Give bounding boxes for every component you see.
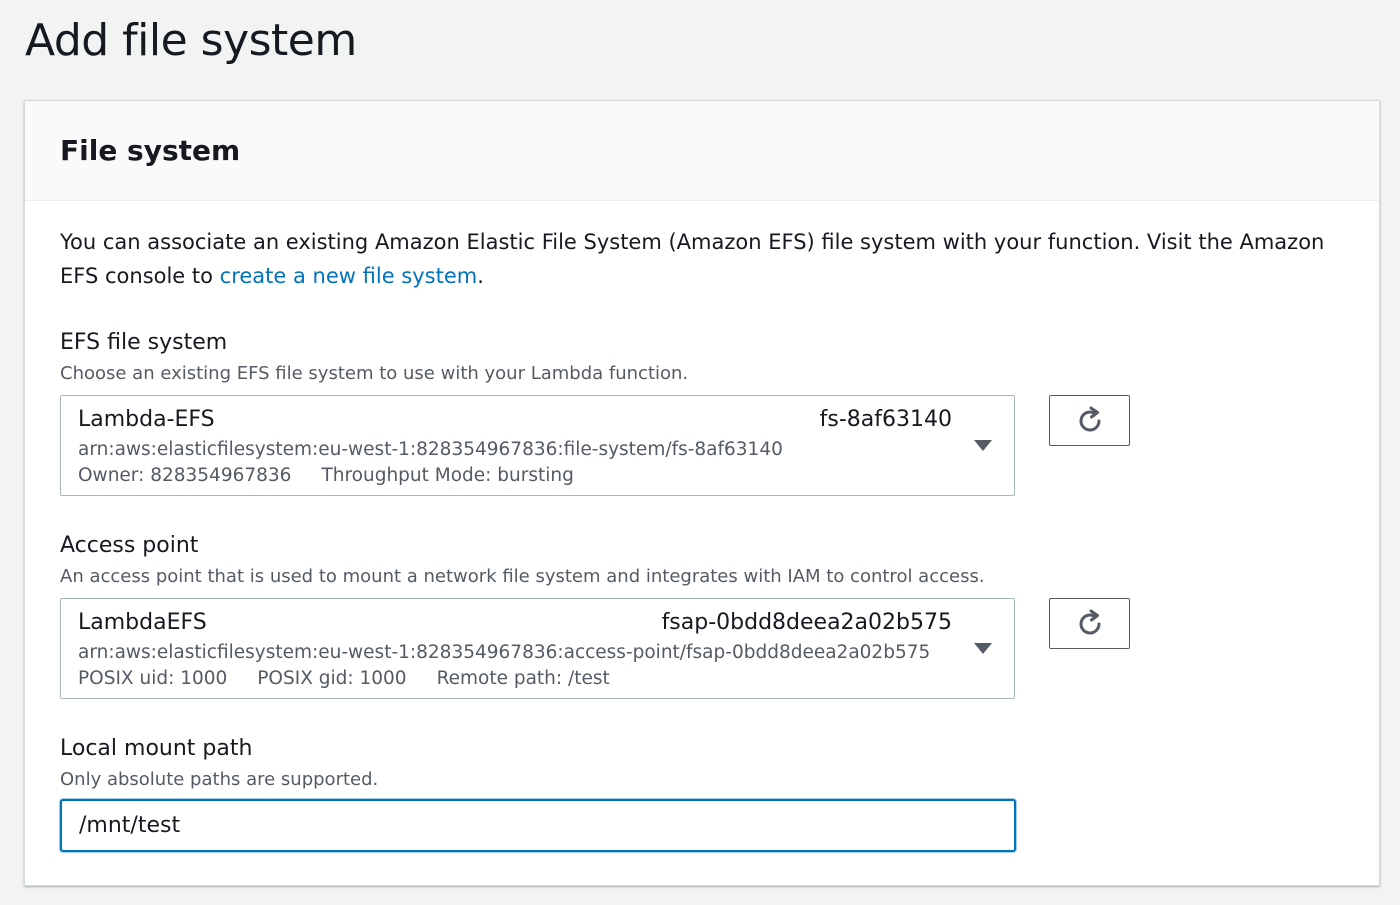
access-point-selected-name: LambdaEFS xyxy=(78,610,207,635)
access-point-selected-meta: POSIX uid: 1000 POSIX gid: 1000 Remote pat… xyxy=(78,667,640,691)
caret-down-icon xyxy=(974,440,992,451)
refresh-icon xyxy=(1079,609,1100,634)
efs-file-system-select[interactable]: Lambda-EFS fs-8af63140 arn:aws:elasticfi… xyxy=(60,395,1015,496)
efs-file-system-label: EFS file system xyxy=(60,330,228,355)
efs-selected-name: Lambda-EFS xyxy=(78,407,215,432)
posix-gid: POSIX gid: 1000 xyxy=(257,668,407,689)
page-title: Add file system xyxy=(25,15,357,66)
efs-file-system-description: Choose an existing EFS file system to us… xyxy=(60,363,689,384)
file-system-panel: File system You can associate an existin… xyxy=(24,100,1380,886)
access-point-select[interactable]: LambdaEFS fsap-0bdd8deea2a02b575 arn:aws… xyxy=(60,598,1015,699)
panel-header: File system xyxy=(25,101,1379,201)
access-point-selected-id: fsap-0bdd8deea2a02b575 xyxy=(661,610,952,635)
posix-uid: POSIX uid: 1000 xyxy=(78,668,228,689)
create-file-system-link[interactable]: create a new file system xyxy=(220,264,478,288)
local-mount-path-description: Only absolute paths are supported. xyxy=(60,769,379,790)
caret-down-icon xyxy=(974,643,992,654)
efs-selected-meta: Owner: 828354967836 Throughput Mode: burs… xyxy=(78,464,604,488)
access-point-description: An access point that is used to mount a … xyxy=(60,566,985,587)
refresh-icon xyxy=(1079,406,1100,431)
local-mount-path-input[interactable] xyxy=(60,799,1016,852)
access-point-selected-arn: arn:aws:elasticfilesystem:eu-west-1:8283… xyxy=(78,642,931,663)
efs-refresh-button[interactable] xyxy=(1049,395,1130,446)
panel-title: File system xyxy=(60,134,241,167)
intro-text: You can associate an existing Amazon Ela… xyxy=(60,225,1360,293)
remote-path: Remote path: /test xyxy=(436,668,610,689)
efs-selected-id: fs-8af63140 xyxy=(819,407,952,432)
access-point-label: Access point xyxy=(60,533,199,558)
intro-text-end: . xyxy=(477,264,484,288)
access-point-refresh-button[interactable] xyxy=(1049,598,1130,649)
efs-selected-arn: arn:aws:elasticfilesystem:eu-west-1:8283… xyxy=(78,439,783,460)
efs-throughput: Throughput Mode: bursting xyxy=(321,465,574,486)
efs-owner: Owner: 828354967836 xyxy=(78,465,292,486)
local-mount-path-label: Local mount path xyxy=(60,736,253,761)
